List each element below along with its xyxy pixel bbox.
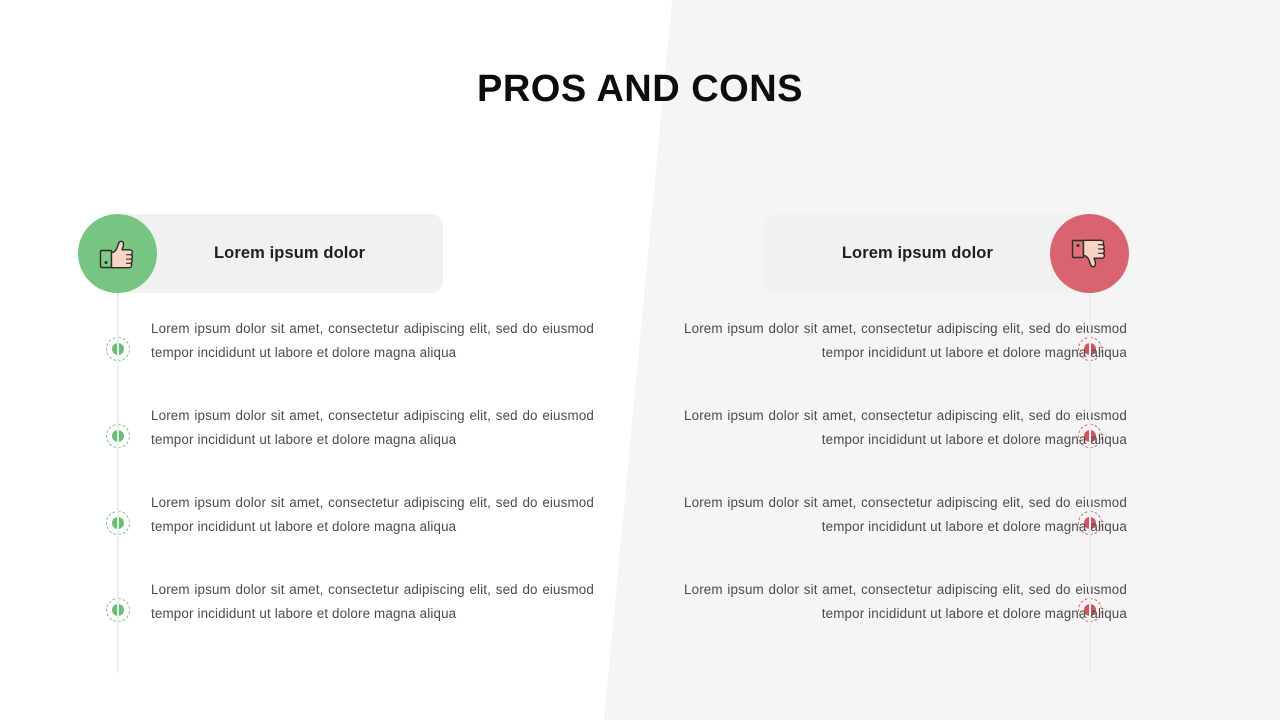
pros-items-list: Lorem ipsum dolor sit amet, consectetur … bbox=[78, 317, 598, 665]
list-item[interactable]: Lorem ipsum dolor sit amet, consectetur … bbox=[78, 317, 598, 404]
pros-header-pill[interactable]: Lorem ipsum dolor bbox=[118, 214, 443, 293]
pros-badge[interactable] bbox=[78, 214, 157, 293]
list-item[interactable]: Lorem ipsum dolor sit amet, consectetur … bbox=[684, 578, 1204, 665]
list-item-text: Lorem ipsum dolor sit amet, consectetur … bbox=[684, 408, 1127, 447]
list-item-text: Lorem ipsum dolor sit amet, consectetur … bbox=[684, 582, 1127, 621]
list-item[interactable]: Lorem ipsum dolor sit amet, consectetur … bbox=[684, 404, 1204, 491]
list-item[interactable]: Lorem ipsum dolor sit amet, consectetur … bbox=[78, 491, 598, 578]
cons-header-label: Lorem ipsum dolor bbox=[841, 244, 993, 262]
list-item[interactable]: Lorem ipsum dolor sit amet, consectetur … bbox=[78, 578, 598, 665]
list-item-text: Lorem ipsum dolor sit amet, consectetur … bbox=[151, 321, 594, 360]
thumbs-up-icon bbox=[99, 240, 133, 268]
cons-column: Lorem ipsum dolor Lorem ipsum dolor sit … bbox=[684, 214, 1204, 673]
list-item-text: Lorem ipsum dolor sit amet, consectetur … bbox=[684, 495, 1127, 534]
cons-badge[interactable] bbox=[1050, 214, 1129, 293]
list-item-text: Lorem ipsum dolor sit amet, consectetur … bbox=[151, 408, 594, 447]
list-item-text: Lorem ipsum dolor sit amet, consectetur … bbox=[151, 495, 594, 534]
cons-items-list: Lorem ipsum dolor sit amet, consectetur … bbox=[684, 317, 1204, 665]
page-title: PROS AND CONS bbox=[476, 68, 803, 110]
pros-column: Lorem ipsum dolor Lorem ipsum dolor sit … bbox=[78, 214, 598, 673]
cons-header-pill[interactable]: Lorem ipsum dolor bbox=[764, 214, 1089, 293]
list-item[interactable]: Lorem ipsum dolor sit amet, consectetur … bbox=[684, 491, 1204, 578]
cons-timeline-spine bbox=[1089, 293, 1091, 673]
thumbs-down-icon bbox=[1071, 239, 1105, 267]
list-item[interactable]: Lorem ipsum dolor sit amet, consectetur … bbox=[78, 404, 598, 491]
list-item-text: Lorem ipsum dolor sit amet, consectetur … bbox=[151, 582, 594, 621]
pros-header-row: Lorem ipsum dolor bbox=[78, 214, 598, 293]
cons-header-row: Lorem ipsum dolor bbox=[684, 214, 1204, 293]
pros-header-label: Lorem ipsum dolor bbox=[214, 244, 366, 262]
list-item[interactable]: Lorem ipsum dolor sit amet, consectetur … bbox=[684, 317, 1204, 404]
list-item-text: Lorem ipsum dolor sit amet, consectetur … bbox=[684, 321, 1127, 360]
pros-timeline-spine bbox=[117, 293, 119, 673]
